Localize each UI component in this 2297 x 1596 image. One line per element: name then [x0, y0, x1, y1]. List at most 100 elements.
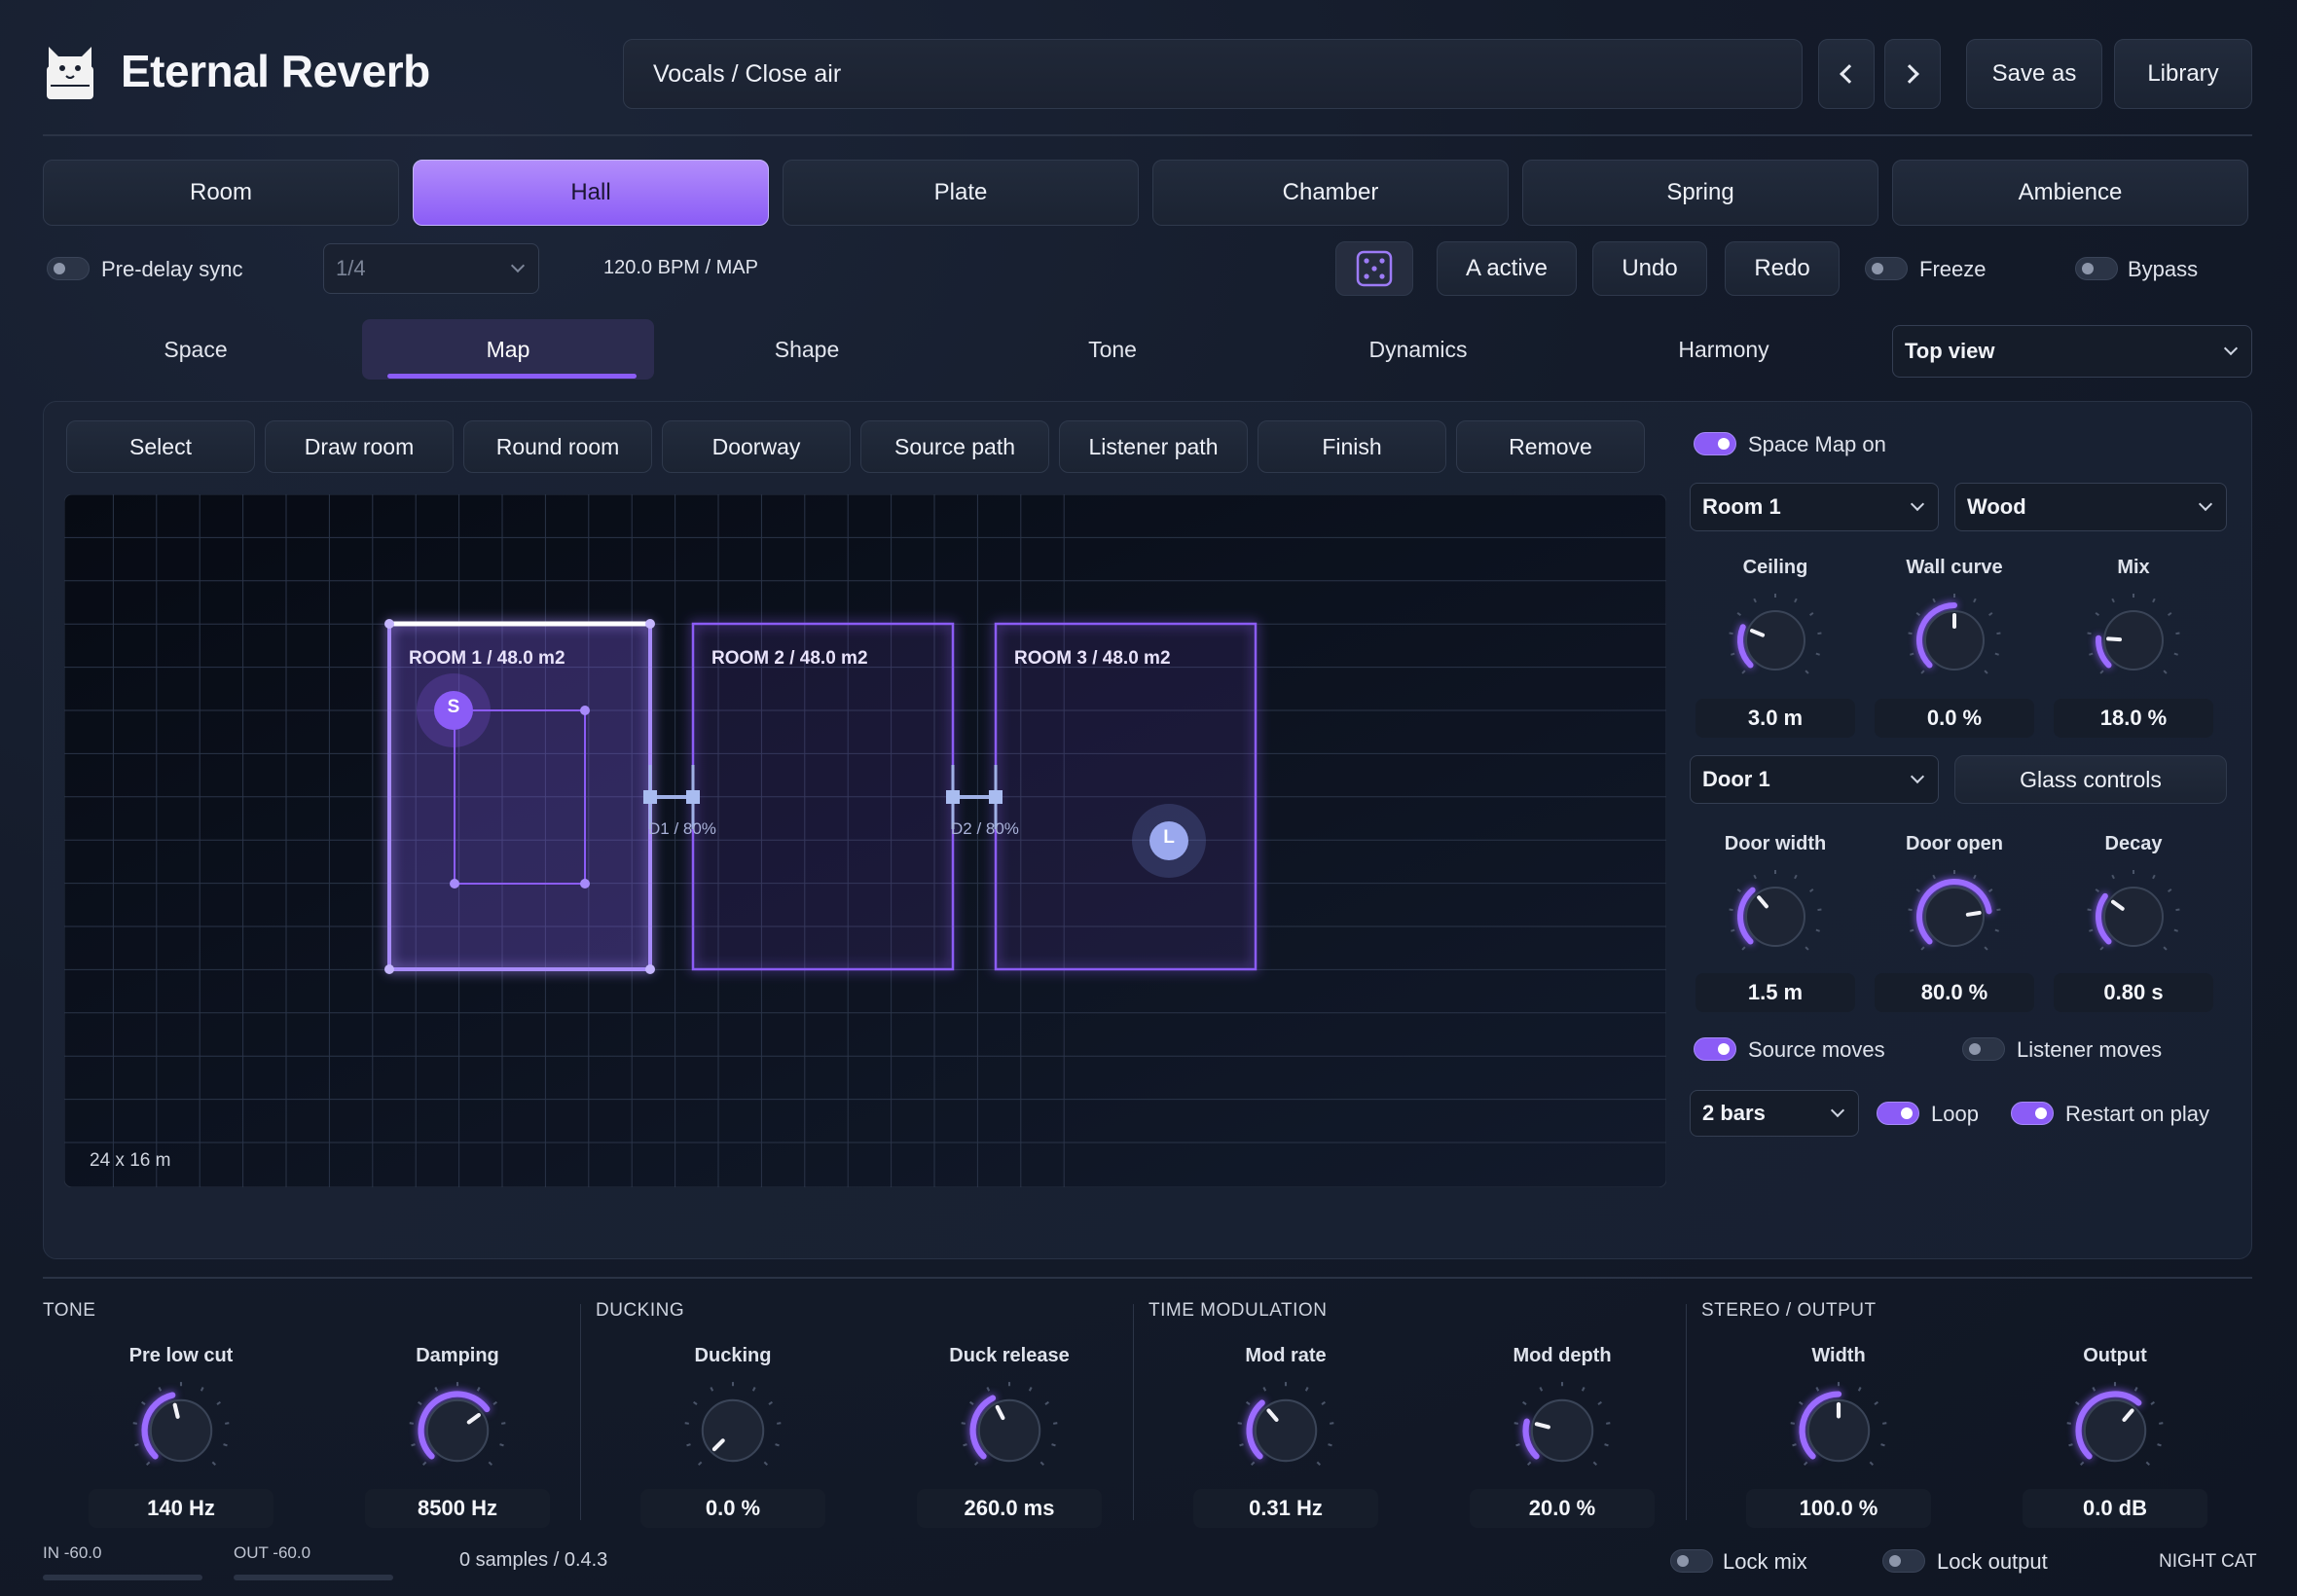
- tool-round-room[interactable]: Round room: [463, 420, 652, 473]
- randomize-button[interactable]: [1335, 241, 1413, 296]
- lock-mix-toggle[interactable]: [1670, 1549, 1713, 1573]
- tab-shape[interactable]: Shape: [654, 319, 960, 380]
- ducking-knob-wrap[interactable]: [682, 1380, 784, 1481]
- listener-marker-letter[interactable]: L: [1149, 827, 1188, 854]
- width-value[interactable]: 100.0 %: [1746, 1489, 1931, 1528]
- mod-depth-label: Mod depth: [1513, 1345, 1612, 1366]
- library-button[interactable]: Library: [2114, 39, 2252, 109]
- mod-depth-knob[interactable]: [1512, 1380, 1613, 1481]
- mode-hall[interactable]: Hall: [413, 160, 769, 226]
- tab-dynamics[interactable]: Dynamics: [1265, 319, 1571, 380]
- mod-rate-knob-wrap[interactable]: [1235, 1380, 1336, 1481]
- ceiling-knob-wrap[interactable]: [1727, 592, 1824, 689]
- source-moves-toggle[interactable]: [1694, 1037, 1736, 1061]
- division-select[interactable]: 1/4: [323, 243, 539, 294]
- undo-button[interactable]: Undo: [1592, 241, 1707, 296]
- decay-knob-wrap[interactable]: [2085, 868, 2182, 965]
- room-select[interactable]: Room 1: [1690, 483, 1939, 531]
- door-open-knob-wrap[interactable]: [1906, 868, 2003, 965]
- tab-tone[interactable]: Tone: [960, 319, 1265, 380]
- ducking-value[interactable]: 0.0 %: [640, 1489, 825, 1528]
- door-select[interactable]: Door 1: [1690, 755, 1939, 804]
- output-value[interactable]: 0.0 dB: [2023, 1489, 2207, 1528]
- mode-chamber[interactable]: Chamber: [1152, 160, 1509, 226]
- mix-value[interactable]: 18.0 %: [2054, 699, 2213, 738]
- restart-on-play-toggle[interactable]: [2011, 1102, 2054, 1125]
- door-open-value[interactable]: 80.0 %: [1875, 973, 2034, 1012]
- duck-release-knob-wrap[interactable]: [959, 1380, 1060, 1481]
- material-select[interactable]: Wood: [1954, 483, 2227, 531]
- preset-next-button[interactable]: [1884, 39, 1941, 109]
- lock-output-toggle[interactable]: [1882, 1549, 1925, 1573]
- mod-depth-value[interactable]: 20.0 %: [1470, 1489, 1655, 1528]
- ducking-label: Ducking: [694, 1345, 772, 1366]
- source-marker-letter[interactable]: S: [434, 697, 473, 724]
- mode-spring[interactable]: Spring: [1522, 160, 1878, 226]
- bars-select[interactable]: 2 bars: [1690, 1090, 1859, 1137]
- preset-prev-button[interactable]: [1818, 39, 1875, 109]
- ducking-knob[interactable]: [682, 1380, 784, 1481]
- door-width-value[interactable]: 1.5 m: [1695, 973, 1855, 1012]
- damping-value[interactable]: 8500 Hz: [365, 1489, 550, 1528]
- tool-source-path[interactable]: Source path: [860, 420, 1049, 473]
- tab-space[interactable]: Space: [43, 319, 348, 380]
- tool-remove[interactable]: Remove: [1456, 420, 1645, 473]
- room-1-label: ROOM 1 / 48.0 m2: [409, 648, 565, 669]
- save-as-button[interactable]: Save as: [1966, 39, 2102, 109]
- space-map-toggle[interactable]: [1694, 432, 1736, 455]
- wall-curve-knob-wrap[interactable]: [1906, 592, 2003, 689]
- output-knob[interactable]: [2064, 1380, 2166, 1481]
- bottom-divider: [43, 1277, 2252, 1279]
- door-width-knob-wrap[interactable]: [1727, 868, 1824, 965]
- mix-knob[interactable]: [2085, 592, 2182, 689]
- mod-depth-knob-wrap[interactable]: [1512, 1380, 1613, 1481]
- pre-low-cut-knob[interactable]: [130, 1380, 232, 1481]
- mod-rate-knob[interactable]: [1235, 1380, 1336, 1481]
- width-knob[interactable]: [1788, 1380, 1889, 1481]
- wall-curve-knob[interactable]: [1906, 592, 2003, 689]
- bypass-toggle[interactable]: [2075, 257, 2118, 280]
- mode-room[interactable]: Room: [43, 160, 399, 226]
- redo-button[interactable]: Redo: [1725, 241, 1840, 296]
- freeze-toggle[interactable]: [1865, 257, 1908, 280]
- bars-select-value: 2 bars: [1702, 1101, 1766, 1125]
- damping-knob[interactable]: [407, 1380, 508, 1481]
- ab-compare-button[interactable]: A active: [1437, 241, 1577, 296]
- tab-map[interactable]: Map: [362, 319, 654, 380]
- space-map-canvas[interactable]: [64, 494, 1666, 1187]
- damping-knob-wrap[interactable]: [407, 1380, 508, 1481]
- preset-name-field[interactable]: Vocals / Close air: [623, 39, 1803, 109]
- tool-draw-room[interactable]: Draw room: [265, 420, 454, 473]
- ceiling-knob[interactable]: [1727, 592, 1824, 689]
- decay-value[interactable]: 0.80 s: [2054, 973, 2213, 1012]
- tool-listener-path[interactable]: Listener path: [1059, 420, 1248, 473]
- view-select[interactable]: Top view: [1892, 325, 2252, 378]
- tool-select[interactable]: Select: [66, 420, 255, 473]
- listener-moves-toggle[interactable]: [1962, 1037, 2005, 1061]
- loop-toggle[interactable]: [1877, 1102, 1919, 1125]
- width-knob-wrap[interactable]: [1788, 1380, 1889, 1481]
- door-open-knob[interactable]: [1906, 868, 2003, 965]
- duck-release-knob[interactable]: [959, 1380, 1060, 1481]
- duck-release-value[interactable]: 260.0 ms: [917, 1489, 1102, 1528]
- tool-doorway[interactable]: Doorway: [662, 420, 851, 473]
- door-2-label: D2 / 80%: [951, 819, 1019, 838]
- tab-harmony[interactable]: Harmony: [1571, 319, 1877, 380]
- predelay-sync-toggle[interactable]: [47, 257, 90, 280]
- decay-knob[interactable]: [2085, 868, 2182, 965]
- door-width-knob[interactable]: [1727, 868, 1824, 965]
- ceiling-value[interactable]: 3.0 m: [1695, 699, 1855, 738]
- mod-rate-value[interactable]: 0.31 Hz: [1193, 1489, 1378, 1528]
- glass-controls-button[interactable]: Glass controls: [1954, 755, 2227, 804]
- tool-finish[interactable]: Finish: [1258, 420, 1446, 473]
- damping-label: Damping: [416, 1345, 499, 1366]
- pre-low-cut-knob-wrap[interactable]: [130, 1380, 232, 1481]
- width-label: Width: [1811, 1345, 1866, 1366]
- mix-knob-wrap[interactable]: [2085, 592, 2182, 689]
- input-meter: [43, 1575, 202, 1580]
- pre-low-cut-value[interactable]: 140 Hz: [89, 1489, 273, 1528]
- mode-plate[interactable]: Plate: [783, 160, 1139, 226]
- mode-ambience[interactable]: Ambience: [1892, 160, 2248, 226]
- output-knob-wrap[interactable]: [2064, 1380, 2166, 1481]
- wall-curve-value[interactable]: 0.0 %: [1875, 699, 2034, 738]
